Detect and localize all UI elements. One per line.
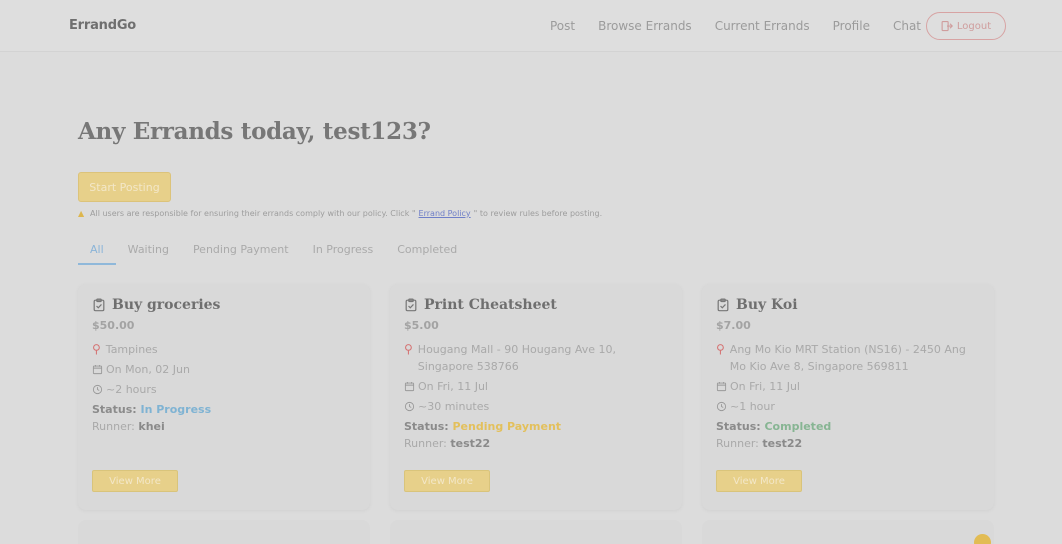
clipboard-icon <box>717 298 729 312</box>
policy-suffix: " to review rules before posting. <box>473 209 603 218</box>
clock-icon <box>716 401 727 412</box>
errand-card: Buy groceries $50.00 ⚲ Tampines On Mon, … <box>78 284 370 510</box>
brand-logo[interactable]: ErrandGo <box>69 18 136 33</box>
date-text: On Fri, 11 Jul <box>730 380 800 393</box>
calendar-icon <box>404 382 415 392</box>
runner-label: Runner: <box>92 420 135 433</box>
card-location: ⚲ Hougang Mall - 90 Hougang Ave 10, Sing… <box>404 341 666 375</box>
logout-icon <box>941 20 953 32</box>
tab-in-progress[interactable]: In Progress <box>301 240 386 265</box>
status-label: Status: <box>92 403 137 416</box>
policy-prefix: All users are responsible for ensuring t… <box>90 209 416 218</box>
errand-card-partial <box>390 520 682 544</box>
policy-notice: ▲ All users are responsible for ensuring… <box>78 209 602 218</box>
location-text: Ang Mo Kio MRT Station (NS16) - 2450 Ang… <box>729 343 966 373</box>
location-pin-icon: ⚲ <box>92 342 101 356</box>
card-date: On Fri, 11 Jul <box>716 378 978 395</box>
nav-chat-link[interactable]: Chat <box>893 19 921 35</box>
clock-icon <box>92 384 103 395</box>
card-status: Status: Completed <box>716 418 831 435</box>
card-title: Buy Koi <box>716 297 798 313</box>
card-title-text: Print Cheatsheet <box>424 297 557 313</box>
card-duration: ~1 hour <box>716 398 978 415</box>
start-posting-button[interactable]: Start Posting <box>78 172 171 202</box>
card-location: ⚲ Ang Mo Kio MRT Station (NS16) - 2450 A… <box>716 341 978 375</box>
calendar-icon <box>716 382 727 392</box>
clock-icon <box>404 401 415 412</box>
card-runner: Runner: test22 <box>404 435 490 452</box>
view-more-button[interactable]: View More <box>716 470 802 492</box>
card-title: Print Cheatsheet <box>404 297 557 313</box>
view-more-button[interactable]: View More <box>92 470 178 492</box>
tab-pending-payment[interactable]: Pending Payment <box>181 240 301 265</box>
runner-label: Runner: <box>404 437 447 450</box>
card-date: On Fri, 11 Jul <box>404 378 666 395</box>
duration-text: ~2 hours <box>106 383 157 396</box>
card-title-text: Buy Koi <box>736 297 798 313</box>
card-date: On Mon, 02 Jun <box>92 361 354 378</box>
logout-label: Logout <box>956 20 992 32</box>
location-text: Hougang Mall - 90 Hougang Ave 10, Singap… <box>417 343 617 373</box>
nav-current-errands-link[interactable]: Current Errands <box>715 19 810 35</box>
card-price: $7.00 <box>716 319 751 332</box>
logout-button[interactable]: Logout <box>926 12 1006 40</box>
clipboard-icon <box>93 298 105 312</box>
errand-card: Buy Koi $7.00 ⚲ Ang Mo Kio MRT Station (… <box>702 284 994 510</box>
nav-profile-link[interactable]: Profile <box>833 19 870 35</box>
location-pin-icon: ⚲ <box>716 342 725 356</box>
location-pin-icon: ⚲ <box>404 342 413 356</box>
duration-text: ~30 minutes <box>418 400 490 413</box>
runner-name: test22 <box>450 437 491 450</box>
errand-card-partial <box>702 520 994 544</box>
status-value: In Progress <box>140 403 212 416</box>
nav-browse-errands-link[interactable]: Browse Errands <box>598 19 692 35</box>
card-runner: Runner: test22 <box>716 435 802 452</box>
location-text: Tampines <box>105 343 158 356</box>
view-more-button[interactable]: View More <box>404 470 490 492</box>
page-title: Any Errands today, test123? <box>78 118 431 145</box>
duration-text: ~1 hour <box>730 400 775 413</box>
status-label: Status: <box>716 420 761 433</box>
clipboard-icon <box>405 298 417 312</box>
nav-post-link[interactable]: Post <box>550 19 575 35</box>
card-runner: Runner: khei <box>92 418 165 435</box>
tab-waiting[interactable]: Waiting <box>116 240 181 265</box>
main-navigation: Post Browse Errands Current Errands Prof… <box>550 19 944 35</box>
card-duration: ~30 minutes <box>404 398 666 415</box>
errand-card-partial <box>78 520 370 544</box>
errand-policy-link[interactable]: Errand Policy <box>419 209 471 218</box>
card-title-text: Buy groceries <box>112 297 221 313</box>
top-navbar: ErrandGo Post Browse Errands Current Err… <box>0 0 1062 52</box>
card-price: $50.00 <box>92 319 135 332</box>
tab-all[interactable]: All <box>78 240 116 265</box>
warning-icon: ▲ <box>78 209 85 218</box>
status-value: Completed <box>764 420 832 433</box>
errand-card: Print Cheatsheet $5.00 ⚲ Hougang Mall - … <box>390 284 682 510</box>
runner-name: test22 <box>762 437 803 450</box>
card-location: ⚲ Tampines <box>92 341 354 358</box>
runner-name: khei <box>138 420 165 433</box>
status-label: Status: <box>404 420 449 433</box>
calendar-icon <box>92 365 103 375</box>
card-duration: ~2 hours <box>92 381 354 398</box>
errand-filter-tabs: All Waiting Pending Payment In Progress … <box>78 240 469 265</box>
runner-label: Runner: <box>716 437 759 450</box>
notification-badge <box>974 534 991 544</box>
date-text: On Mon, 02 Jun <box>106 363 190 376</box>
card-status: Status: Pending Payment <box>404 418 561 435</box>
tab-completed[interactable]: Completed <box>385 240 469 265</box>
status-value: Pending Payment <box>452 420 562 433</box>
errand-dashboard-page: ErrandGo Post Browse Errands Current Err… <box>0 0 1062 544</box>
card-status: Status: In Progress <box>92 401 211 418</box>
card-price: $5.00 <box>404 319 439 332</box>
card-title: Buy groceries <box>92 297 220 313</box>
date-text: On Fri, 11 Jul <box>418 380 488 393</box>
